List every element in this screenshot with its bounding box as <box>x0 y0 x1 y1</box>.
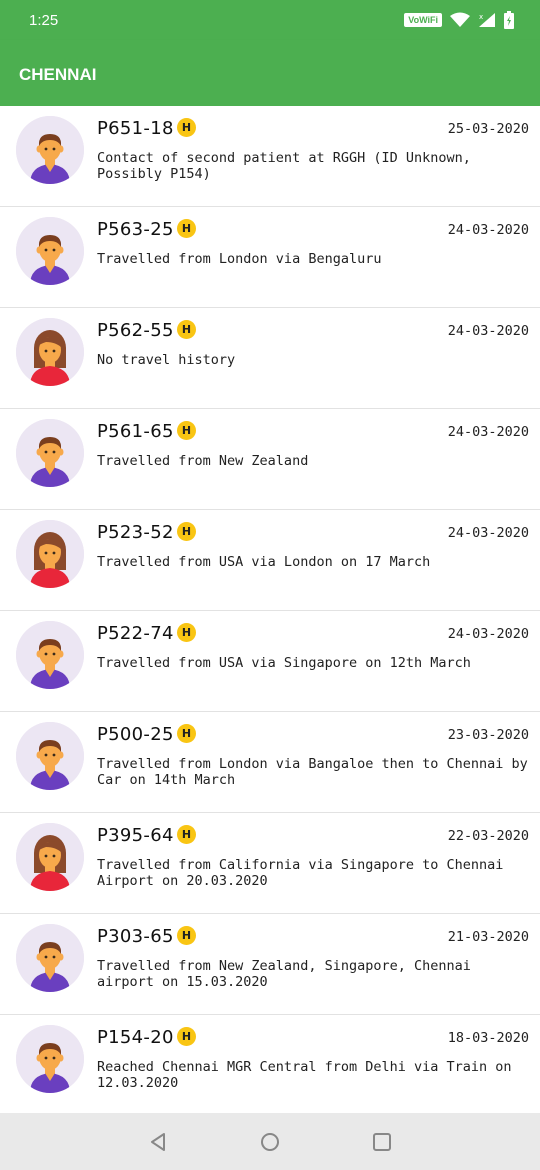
list-item[interactable]: P561-65 H 24-03-2020 Travelled from New Zea… <box>0 409 540 510</box>
status-badge: H <box>177 724 196 743</box>
avatar <box>16 823 84 891</box>
patient-description: Travelled from New Zealand, Singapore, C… <box>97 958 471 990</box>
avatar <box>16 419 84 487</box>
status-icons: VoWiFi x <box>404 10 514 30</box>
status-badge: H <box>177 118 196 137</box>
status-badge: H <box>177 219 196 238</box>
patient-description: Travelled from USA via London on 17 Marc… <box>97 554 431 570</box>
patient-id: P523-52 <box>97 522 174 543</box>
signal-icon: x <box>479 13 495 27</box>
avatar <box>16 924 84 992</box>
patient-id: P651-18 <box>97 118 174 139</box>
home-icon[interactable] <box>259 1131 281 1153</box>
status-time: 1:25 <box>29 12 59 29</box>
app-bar: CHENNAI <box>0 40 540 106</box>
patient-date: 21-03-2020 <box>447 929 529 945</box>
status-badge: H <box>177 421 196 440</box>
recents-icon[interactable] <box>371 1131 393 1153</box>
patient-description: Contact of second patient at RGGH (ID Un… <box>97 150 471 182</box>
patient-id: P561-65 <box>97 421 174 442</box>
page-title: CHENNAI <box>19 65 97 84</box>
status-badge: H <box>177 825 196 844</box>
list-item[interactable]: P500-25 H 23-03-2020 Travelled from London … <box>0 712 540 813</box>
patient-description: Travelled from USA via Singapore on 12th… <box>97 655 471 671</box>
status-badge: H <box>177 623 196 642</box>
status-bar: 1:25 VoWiFi x <box>0 0 540 40</box>
patient-list: P651-18 H 25-03-2020 Contact of second pati… <box>0 106 540 1113</box>
list-item[interactable]: P154-20 H 18-03-2020 Reached Chennai MGR Ce… <box>0 1015 540 1113</box>
patient-description: Travelled from London via Bangaloe then … <box>97 756 528 788</box>
patient-id: P562-55 <box>97 320 174 341</box>
back-icon[interactable] <box>147 1131 169 1153</box>
patient-id: P522-74 <box>97 623 174 644</box>
avatar <box>16 116 84 184</box>
patient-date: 24-03-2020 <box>447 222 529 238</box>
list-item[interactable]: P395-64 H 22-03-2020 Travelled from Califor… <box>0 813 540 914</box>
patient-description: Travelled from New Zealand <box>97 453 309 469</box>
battery-icon <box>504 11 514 29</box>
avatar <box>16 520 84 588</box>
avatar <box>16 621 84 689</box>
avatar <box>16 318 84 386</box>
avatar <box>16 217 84 285</box>
list-item[interactable]: P523-52 H 24-03-2020 Travelled from USA via… <box>0 510 540 611</box>
patient-id: P395-64 <box>97 825 174 846</box>
patient-description: Travelled from London via Bengaluru <box>97 251 382 267</box>
patient-date: 18-03-2020 <box>447 1030 529 1046</box>
patient-description: Travelled from California via Singapore … <box>97 857 504 889</box>
list-item[interactable]: P651-18 H 25-03-2020 Contact of second pati… <box>0 106 540 207</box>
patient-description: Reached Chennai MGR Central from Delhi v… <box>97 1059 512 1091</box>
list-item[interactable]: P562-55 H 24-03-2020 No travel history <box>0 308 540 409</box>
status-badge: H <box>177 1027 196 1046</box>
status-badge: H <box>177 926 196 945</box>
list-item[interactable]: P522-74 H 24-03-2020 Travelled from USA via… <box>0 611 540 712</box>
status-badge: H <box>177 320 196 339</box>
patient-description: No travel history <box>97 352 236 368</box>
patient-id: P500-25 <box>97 724 174 745</box>
status-badge: H <box>177 522 196 541</box>
patient-id: P303-65 <box>97 926 174 947</box>
wifi-icon <box>450 12 470 27</box>
list-item[interactable]: P303-65 H 21-03-2020 Travelled from New Zea… <box>0 914 540 1015</box>
patient-date: 24-03-2020 <box>447 323 529 339</box>
avatar <box>16 1025 84 1093</box>
vowifi-icon: VoWiFi <box>404 13 442 27</box>
patient-date: 24-03-2020 <box>447 626 529 642</box>
navigation-bar <box>0 1113 540 1170</box>
patient-date: 24-03-2020 <box>447 424 529 440</box>
svg-text:x: x <box>479 13 483 21</box>
list-item[interactable]: P563-25 H 24-03-2020 Travelled from London … <box>0 207 540 308</box>
patient-date: 25-03-2020 <box>447 121 529 137</box>
patient-id: P563-25 <box>97 219 174 240</box>
patient-date: 22-03-2020 <box>447 828 529 844</box>
patient-date: 23-03-2020 <box>447 727 529 743</box>
avatar <box>16 722 84 790</box>
patient-date: 24-03-2020 <box>447 525 529 541</box>
patient-id: P154-20 <box>97 1027 174 1048</box>
